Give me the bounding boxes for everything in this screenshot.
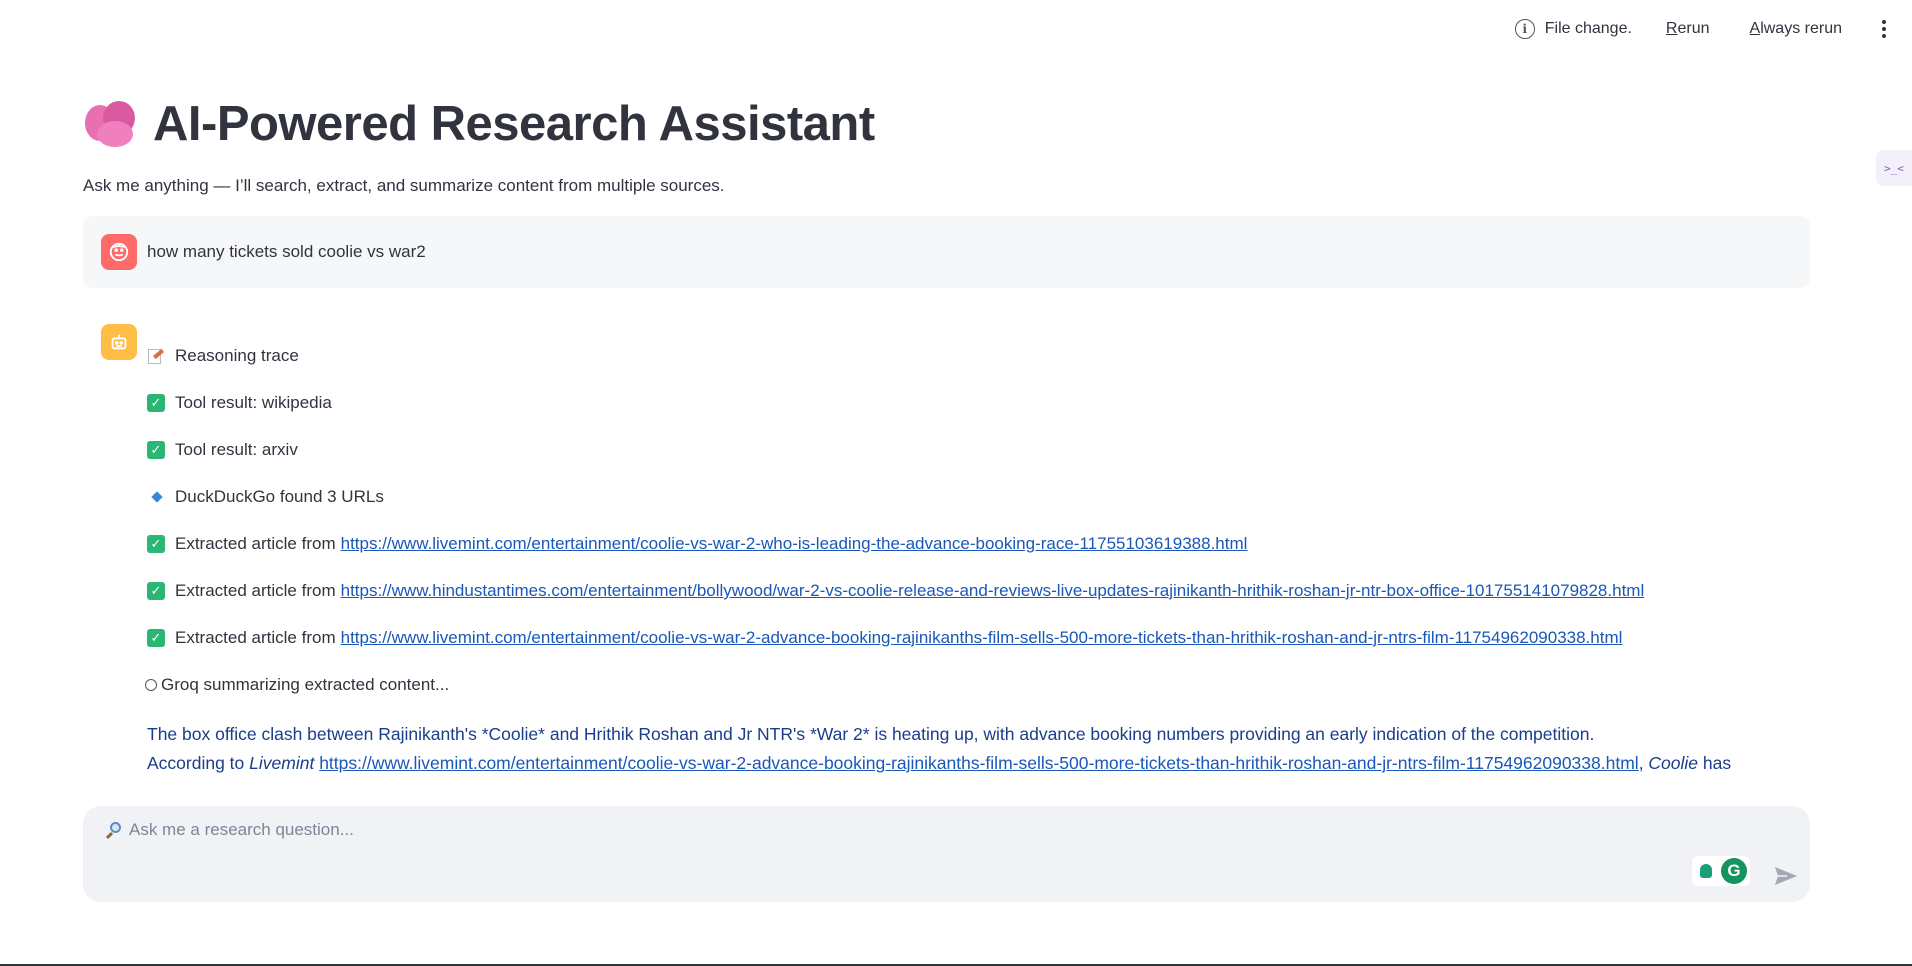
trace-item-duckduckgo: DuckDuckGo found 3 URLs [147, 485, 1731, 509]
file-change-status: i File change. [1514, 19, 1632, 39]
title-row: AI-Powered Research Assistant [83, 96, 1810, 152]
check-icon: ✓ [147, 394, 165, 412]
assistant-chat-message: Reasoning trace ✓ Tool result: wikipedia… [83, 324, 1810, 778]
user-chat-message: how many tickets sold coolie vs war2 [83, 216, 1810, 288]
source-link[interactable]: https://www.livemint.com/entertainment/c… [341, 628, 1623, 648]
info-icon: i [1514, 19, 1535, 39]
trace-item-wikipedia: ✓ Tool result: wikipedia [147, 391, 1731, 415]
summary-source-link[interactable]: https://www.livemint.com/entertainment/c… [319, 753, 1639, 773]
memo-icon [147, 347, 165, 365]
main-content: AI-Powered Research Assistant Ask me any… [83, 96, 1810, 778]
rerun-button[interactable]: Rerun [1660, 16, 1716, 42]
chat-input-placeholder: Ask me a research question... [129, 820, 354, 839]
extension-icons: G [1692, 856, 1750, 886]
source-link[interactable]: https://www.hindustantimes.com/entertain… [341, 581, 1645, 601]
page-title: AI-Powered Research Assistant [153, 97, 875, 151]
top-toolbar: i File change. Rerun Always rerun [1514, 14, 1894, 44]
summary-text: The box office clash between Rajinikanth… [147, 724, 1732, 773]
assistant-avatar-icon [101, 324, 137, 360]
trace-item-groq: Groq summarizing extracted content... [145, 673, 1731, 697]
robot-icon [145, 679, 157, 691]
brain-icon [83, 99, 139, 149]
main-menu-icon[interactable] [1876, 20, 1892, 38]
trace-item-extracted-2: ✓ Extracted article from https://www.hin… [147, 579, 1731, 603]
magnifier-icon [105, 822, 121, 840]
check-icon: ✓ [147, 535, 165, 553]
trace-item-extracted-1: ✓ Extracted article from https://www.liv… [147, 532, 1731, 556]
grammarly-icon[interactable]: G [1721, 858, 1747, 884]
chat-input-box[interactable]: Ask me a research question... G [83, 806, 1810, 902]
reasoning-trace-heading: Reasoning trace [147, 344, 1731, 368]
trace-item-extracted-3: ✓ Extracted article from https://www.liv… [147, 626, 1731, 650]
user-message-text: how many tickets sold coolie vs war2 [147, 242, 426, 261]
assistant-message-content: Reasoning trace ✓ Tool result: wikipedia… [145, 324, 1732, 778]
diamond-icon [151, 491, 163, 503]
check-icon: ✓ [147, 582, 165, 600]
check-icon: ✓ [147, 629, 165, 647]
lightbulb-icon[interactable] [1695, 860, 1717, 882]
send-icon[interactable] [1774, 866, 1798, 886]
always-rerun-button[interactable]: Always rerun [1744, 16, 1848, 42]
trace-item-arxiv: ✓ Tool result: arxiv [147, 438, 1731, 462]
page-subtitle: Ask me anything — I’ll search, extract, … [83, 176, 725, 195]
user-avatar-icon [101, 234, 137, 270]
sidebar-toggle-icon[interactable]: >_< [1876, 150, 1912, 186]
status-text: File change. [1544, 20, 1632, 37]
source-link[interactable]: https://www.livemint.com/entertainment/c… [341, 534, 1248, 554]
check-icon: ✓ [147, 441, 165, 459]
